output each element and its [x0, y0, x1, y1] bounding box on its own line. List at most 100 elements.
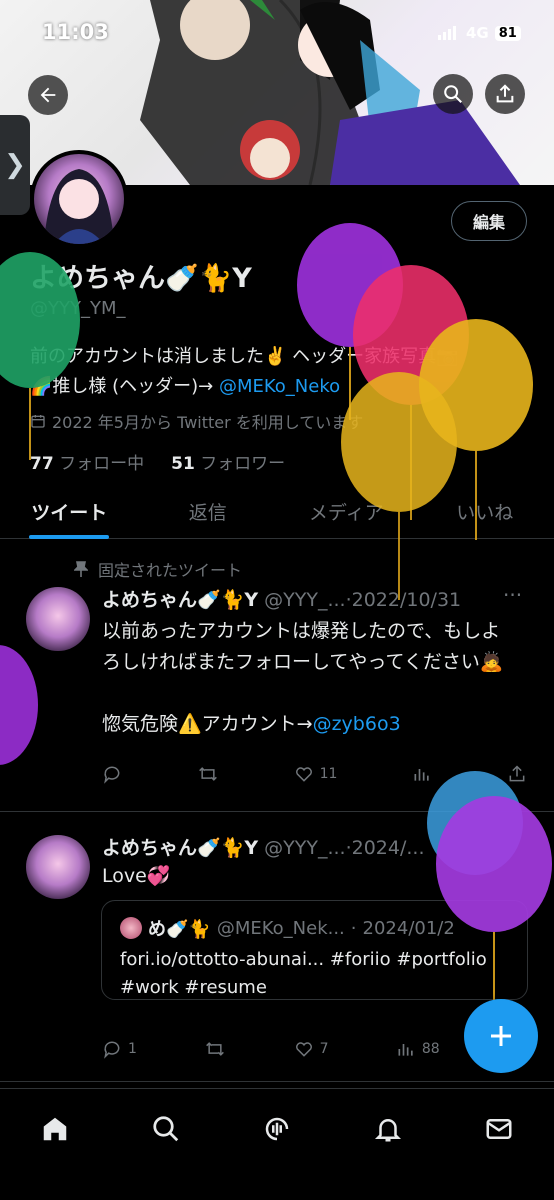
tweet-body: Love💞 [102, 865, 171, 887]
search-icon [153, 1116, 179, 1142]
share-icon [509, 765, 525, 782]
analytics-icon [398, 1044, 413, 1056]
followers-count: 51 [171, 454, 195, 474]
nav-spaces[interactable] [257, 1109, 297, 1149]
arrow-left-icon [40, 87, 56, 103]
like-count: 7 [319, 1041, 329, 1057]
calendar-icon [31, 415, 45, 428]
reply-button[interactable] [102, 764, 122, 784]
reply-icon [104, 766, 120, 784]
bio-line-2-prefix: 🌈推し様 (ヘッダー)→ [30, 376, 219, 397]
nav-notifications[interactable] [368, 1109, 408, 1149]
quote-avatar [120, 917, 142, 939]
tab-tweets[interactable]: ツイート [0, 486, 139, 538]
bottom-navigation [0, 1088, 554, 1200]
joined-text: 2022 年5月から Twitter を利用しています [52, 413, 364, 432]
view-count: 88 [421, 1041, 440, 1057]
profile-bio: 前のアカウントは消しました✌️ ヘッダー家族写真📷 🌈推し様 (ヘッダー)→ @… [30, 342, 520, 402]
follow-stats: 77 フォロー中 51 フォロワー [30, 449, 285, 474]
retweet-icon [206, 1042, 225, 1056]
side-drawer-handle[interactable]: ❯ [0, 115, 30, 215]
like-button[interactable]: 7 [294, 1039, 329, 1059]
compose-tweet-button[interactable] [464, 999, 538, 1073]
network-label: 4G [466, 24, 489, 42]
views-button[interactable]: 88 [396, 1039, 440, 1059]
nav-messages[interactable] [479, 1109, 519, 1149]
home-icon [44, 1117, 67, 1141]
tweet-header: よめちゃん🍼🐈Y @YYY_...·2024/... [102, 837, 425, 859]
tweet-actions: 11 [102, 764, 527, 784]
profile-handle: @YYY_YM_ [30, 298, 126, 319]
retweet-icon [198, 767, 217, 781]
like-count: 11 [319, 766, 338, 782]
messages-icon [486, 1119, 512, 1139]
reply-icon [104, 1041, 120, 1059]
tab-media[interactable]: メディア [277, 486, 416, 538]
battery-indicator: 81 [494, 25, 521, 41]
following-count: 77 [30, 454, 54, 474]
tweet-author-name: よめちゃん🍼🐈Y [102, 589, 259, 611]
profile-display-name: よめちゃん🍼🐈Y [30, 263, 252, 294]
tab-likes[interactable]: いいね [416, 486, 554, 538]
quote-author-handle: @MEKo_Nek... [216, 917, 345, 939]
share-tweet-button[interactable] [507, 764, 527, 784]
status-indicators: 4G 81 [438, 24, 521, 42]
reply-button[interactable]: 1 [102, 1039, 137, 1059]
spaces-icon [265, 1117, 289, 1141]
share-button[interactable] [485, 74, 525, 114]
pin-icon [74, 561, 88, 577]
tweet-header: よめちゃん🍼🐈Y @YYY_...·2022/10/31 [102, 589, 462, 611]
analytics-icon [414, 769, 429, 781]
profile-tabs: ツイート 返信 メディア いいね [0, 486, 554, 539]
heart-icon [295, 1042, 312, 1057]
quoted-tweet[interactable]: め🍼🐈 @MEKo_Nek... · 2024/01/2 fori.io/ottot… [101, 900, 528, 1000]
avatar-illustration [44, 169, 114, 244]
bio-line-1: 前のアカウントは消しました✌️ ヘッダー家族写真📷 [30, 346, 459, 367]
following-link[interactable]: 77 フォロー中 [30, 454, 144, 474]
views-button[interactable] [412, 764, 432, 784]
tweet-text-1: 以前あったアカウントは爆発したので、もしよろしければまたフォローしてやってくださ… [102, 620, 504, 673]
status-time: 11:03 [42, 20, 109, 44]
quote-header: め🍼🐈 @MEKo_Nek... · 2024/01/2 [120, 915, 455, 941]
share-icon [496, 84, 514, 103]
tweet-text-2-prefix: 惚気危険⚠️アカウント→ [102, 713, 313, 735]
retweet-button[interactable] [197, 764, 219, 784]
chevron-right-icon: ❯ [4, 150, 26, 180]
tweet-body: 以前あったアカウントは爆発したので、もしよろしければまたフォローしてやってくださ… [102, 616, 512, 740]
tweet-avatar[interactable] [26, 587, 90, 651]
following-label: フォロー中 [59, 454, 145, 474]
heart-icon [295, 767, 312, 782]
back-button[interactable] [28, 75, 68, 115]
signal-icon [438, 26, 456, 40]
search-icon [444, 85, 462, 103]
profile-avatar[interactable] [30, 150, 128, 248]
tab-replies[interactable]: 返信 [139, 486, 278, 538]
tweet-item[interactable]: 固定されたツイート よめちゃん🍼🐈Y @YYY_...·2022/10/31 ·… [0, 539, 554, 812]
edit-profile-button[interactable]: 編集 [451, 201, 527, 241]
notifications-icon [374, 1119, 401, 1142]
followers-label: フォロワー [200, 454, 286, 474]
search-button[interactable] [433, 74, 473, 114]
bio-mention-link[interactable]: @MEKo_Neko [219, 376, 340, 397]
tweet-avatar[interactable] [26, 835, 90, 899]
nav-search[interactable] [146, 1109, 186, 1149]
plus-icon [491, 1026, 511, 1046]
tweet-text-2: 惚気危険⚠️アカウント→@zyb6o3 [102, 709, 512, 740]
more-options-icon[interactable]: ··· [503, 583, 522, 607]
pinned-indicator: 固定されたツイート [74, 557, 242, 581]
bio-line-2: 🌈推し様 (ヘッダー)→ @MEKo_Neko [30, 372, 520, 402]
followers-link[interactable]: 51 フォロワー [171, 454, 285, 474]
tweet-author-handle: @YYY_... [264, 589, 346, 611]
tweet-author-name: よめちゃん🍼🐈Y [102, 837, 259, 859]
reply-count: 1 [128, 1041, 137, 1057]
quote-date: 2024/01/2 [362, 917, 455, 939]
retweet-button[interactable] [204, 1039, 226, 1059]
like-button[interactable]: 11 [294, 764, 338, 784]
tweet-actions: 1 7 88 [102, 1039, 527, 1059]
tweet-date: 2024/... [351, 837, 425, 859]
tweet-date: 2022/10/31 [351, 589, 462, 611]
quote-author-name: め🍼🐈 [148, 919, 211, 940]
nav-home[interactable] [35, 1109, 75, 1149]
tweet-mention-link[interactable]: @zyb6o3 [313, 713, 401, 735]
pinned-label: 固定されたツイート [98, 561, 243, 580]
